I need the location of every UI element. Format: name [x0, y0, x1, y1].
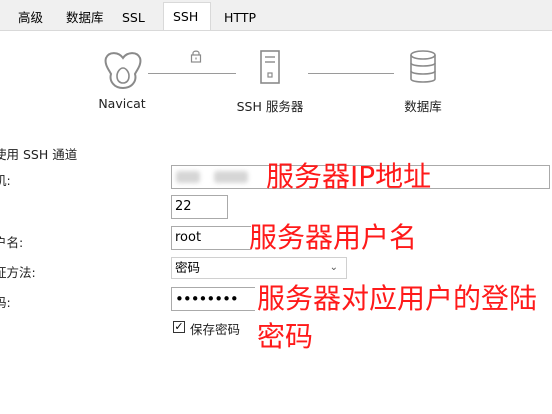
password-input[interactable]: •••••••• — [171, 287, 255, 311]
client-label: Navicat — [98, 96, 146, 111]
use-ssh-tunnel-label[interactable]: 使用 SSH 通道 — [0, 144, 77, 163]
chevron-down-icon: ⌄ — [329, 262, 338, 273]
tab-ssh[interactable]: SSH — [163, 2, 211, 30]
auth-method-label: 证方法: — [0, 265, 36, 280]
annotation-password-line1: 服务器对应用户的登陆 — [257, 282, 538, 315]
save-password-checkbox[interactable]: ✓ — [173, 321, 185, 333]
redacted-blur — [214, 171, 248, 183]
annotation-username: 服务器用户名 — [249, 221, 418, 254]
port-value: 22 — [175, 199, 192, 214]
navicat-logo-icon — [104, 52, 142, 90]
auth-method-value: 密码 — [175, 260, 201, 275]
password-value: •••••••• — [175, 290, 239, 308]
connection-diagram: Navicat SSH 服务器 数据库 — [0, 30, 552, 130]
username-value: root — [175, 230, 202, 245]
host-label: 机: — [0, 173, 11, 188]
auth-method-select[interactable]: 密码 ⌄ — [171, 257, 347, 279]
username-label: 户名: — [0, 235, 24, 250]
save-password-label[interactable]: 保存密码 — [190, 319, 240, 338]
port-input[interactable]: 22 — [171, 195, 228, 219]
username-input[interactable]: root — [171, 226, 251, 250]
tab-ssl[interactable]: SSL — [122, 6, 145, 30]
tab-http[interactable]: HTTP — [224, 6, 256, 30]
connector-line-left — [148, 73, 236, 74]
annotation-host: 服务器IP地址 — [266, 160, 432, 193]
password-label: 码: — [0, 295, 11, 310]
lock-icon — [190, 50, 202, 63]
tab-advanced[interactable]: 高级 — [18, 6, 43, 30]
redacted-blur — [176, 171, 200, 183]
checkmark-icon: ✓ — [174, 320, 184, 333]
tab-bar: 高级 数据库 SSL SSH HTTP — [0, 0, 552, 31]
annotation-password-line2: 密码 — [257, 320, 314, 353]
ssh-server-label: SSH 服务器 — [236, 99, 304, 114]
database-label: 数据库 — [404, 99, 442, 114]
connector-line-right — [308, 73, 394, 74]
server-icon — [260, 50, 280, 84]
tab-database[interactable]: 数据库 — [66, 6, 104, 30]
database-icon — [410, 50, 436, 83]
